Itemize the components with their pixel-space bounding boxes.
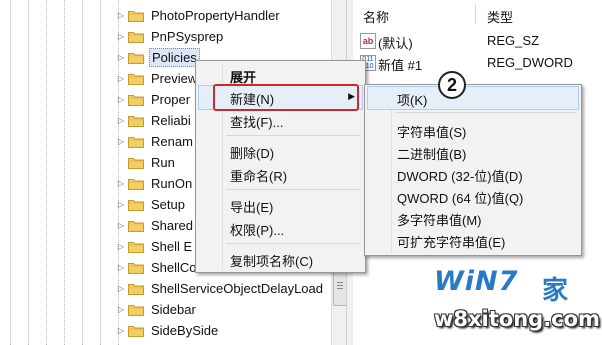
expand-arrow-icon[interactable]: ▷ (116, 326, 126, 335)
tree-item-label: Policies (149, 48, 200, 67)
folder-icon (128, 31, 144, 43)
value-type: REG_SZ (487, 33, 540, 48)
tree-item-label: Reliabi (151, 113, 191, 128)
expand-arrow-icon[interactable]: ▷ (116, 284, 126, 293)
tree-item[interactable]: ▷ Proper (116, 89, 192, 110)
expand-arrow-icon[interactable]: ▷ (116, 200, 126, 209)
watermark-brand-suffix: 家 (542, 275, 569, 305)
submenu-item-dword-value[interactable]: DWORD (32-位)值(D) (397, 166, 523, 185)
tree-item-label: Preview (151, 71, 198, 86)
folder-icon (128, 178, 144, 190)
value-name: (默认) (378, 36, 413, 51)
new-submenu: 项(K) 字符串值(S) 二进制值(B) DWORD (32-位)值(D) QW… (364, 84, 582, 256)
string-value-icon: ab (360, 33, 376, 49)
submenu-item-multi-string-value[interactable]: 多字符串值(M) (397, 210, 482, 229)
tree-item[interactable]: ▷ PhotoPropertyHandler (116, 5, 282, 26)
menu-item-export[interactable]: 导出(E) (230, 197, 273, 216)
tree-item-label: Setup (151, 197, 185, 212)
folder-icon (128, 157, 144, 169)
menu-item-copy-key-name[interactable]: 复制项名称(C) (230, 251, 313, 270)
menu-item-permissions[interactable]: 权限(P)... (230, 220, 284, 239)
tree-item-label: ShellServiceObjectDelayLoad (151, 281, 323, 296)
menu-separator (226, 189, 361, 190)
tree-item-label: PhotoPropertyHandler (151, 8, 280, 23)
folder-icon (128, 325, 144, 337)
expand-arrow-icon[interactable]: ▷ (116, 305, 126, 314)
submenu-item-expandable-string-value[interactable]: 可扩充字符串值(E) (397, 232, 505, 251)
tree-item-label: Proper (151, 92, 191, 107)
folder-icon (128, 136, 144, 148)
tree-item-label: ShellCo (151, 260, 197, 275)
expand-arrow-icon[interactable]: ▷ (116, 221, 126, 230)
tree-item[interactable]: ▷ ShellCo (116, 257, 199, 278)
expand-arrow-icon[interactable]: ▷ (116, 179, 126, 188)
submenu-item-qword-value[interactable]: QWORD (64 位)值(Q) (397, 188, 523, 207)
expand-arrow-icon[interactable]: ▷ (116, 53, 126, 62)
tree-item[interactable]: ▷ SideBySide (116, 320, 220, 341)
folder-icon (128, 283, 144, 295)
menu-separator (226, 243, 361, 244)
tree-item[interactable]: ▷ Shell E (116, 236, 194, 257)
expand-arrow-icon[interactable]: ▷ (116, 137, 126, 146)
tree-item-label: Shell E (151, 239, 193, 254)
tree-item[interactable]: ▷ RunOn (116, 173, 194, 194)
tree-item-label: Shared (151, 218, 193, 233)
value-row[interactable]: 011 110 新值 #1 REG_DWORD (353, 52, 602, 73)
folder-icon (128, 241, 144, 253)
expand-arrow-icon[interactable]: ▷ (116, 242, 126, 251)
tree-guide-lines (0, 0, 120, 345)
tree-item-label: PnPSysprep (151, 29, 224, 44)
tree-item[interactable]: Run (116, 152, 177, 173)
folder-icon (128, 262, 144, 274)
folder-icon (128, 115, 144, 127)
tree-item-label: Run (151, 155, 175, 170)
folder-icon (128, 304, 144, 316)
tree-item[interactable]: ▷ Reliabi (116, 110, 193, 131)
menu-separator (226, 135, 361, 136)
tree-item[interactable]: ▷ Renam (116, 131, 195, 152)
value-type: REG_DWORD (487, 55, 573, 70)
submenu-item-binary-value[interactable]: 二进制值(B) (397, 144, 466, 163)
tree-item[interactable]: ▷ Preview (116, 68, 199, 89)
column-header-type[interactable]: 类型 (487, 7, 513, 26)
menu-item-delete[interactable]: 删除(D) (230, 143, 274, 162)
tree-item[interactable]: ▷ ShellServiceObjectDelayLoad (116, 278, 325, 299)
expand-arrow-icon[interactable]: ▷ (116, 11, 126, 20)
folder-icon (128, 10, 144, 22)
column-header-name[interactable]: 名称 (363, 7, 389, 26)
expand-arrow-icon[interactable]: ▷ (116, 116, 126, 125)
tree-item[interactable]: ▷ PnPSysprep (116, 26, 225, 47)
watermark-url: w8xitong.com (434, 307, 600, 331)
folder-icon (128, 73, 144, 85)
folder-icon (128, 94, 144, 106)
value-name: 新值 #1 (378, 58, 423, 73)
step-number-badge: 2 (438, 71, 466, 99)
folder-icon (128, 199, 144, 211)
values-header: 名称 类型 (353, 4, 602, 26)
folder-icon (128, 52, 144, 64)
folder-icon (128, 220, 144, 232)
expand-arrow-icon[interactable]: ▷ (116, 74, 126, 83)
callout-highlight-box (213, 84, 359, 111)
expand-arrow-icon[interactable]: ▷ (116, 95, 126, 104)
tree-item[interactable]: ▷ Setup (116, 194, 187, 215)
scrollbar-thumb[interactable] (333, 268, 347, 306)
tree-item-label: RunOn (151, 176, 193, 191)
menu-separator (395, 112, 577, 113)
tree-item-label: SideBySide (151, 323, 219, 338)
watermark-brand: WiN7 (434, 266, 519, 297)
submenu-item-key[interactable]: 项(K) (397, 90, 427, 109)
expand-arrow-icon[interactable]: ▷ (116, 32, 126, 41)
tree-item[interactable]: ▷ Shared (116, 215, 195, 236)
menu-item-find[interactable]: 查找(F)... (230, 112, 283, 131)
expand-arrow-icon[interactable]: ▷ (116, 263, 126, 272)
tree-item[interactable]: ▷ Sidebar (116, 299, 198, 320)
tree-item-label: Sidebar (151, 302, 196, 317)
submenu-item-string-value[interactable]: 字符串值(S) (397, 122, 466, 141)
tree-item-label: Renam (151, 134, 193, 149)
value-row[interactable]: ab (默认) REG_SZ (353, 30, 602, 51)
tree-item[interactable]: ▷ Policies (116, 47, 200, 68)
menu-item-rename[interactable]: 重命名(R) (230, 166, 287, 185)
watermark-logo: WiN7 家 w8xitong.com (410, 262, 600, 342)
